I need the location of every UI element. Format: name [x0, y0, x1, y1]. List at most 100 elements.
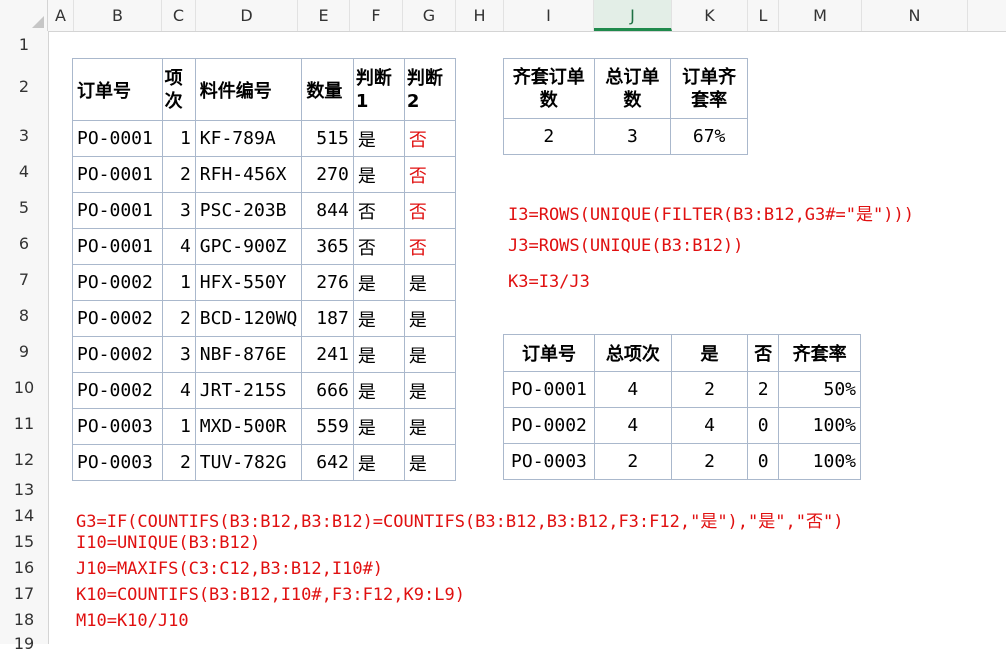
cell-kit-orders[interactable]: 2: [503, 118, 595, 155]
cell-kit-rate[interactable]: 67%: [670, 118, 748, 155]
row-header[interactable]: 9: [0, 342, 48, 361]
cell-item-no[interactable]: 4: [161, 372, 196, 409]
cell-part-no[interactable]: HFX-550Y: [194, 264, 303, 301]
cell-order-no[interactable]: PO-0001: [72, 156, 163, 193]
column-header-j[interactable]: J: [594, 0, 672, 31]
column-header-n[interactable]: N: [862, 0, 968, 31]
header-cell-no[interactable]: 否: [747, 334, 780, 372]
cell-judge-1[interactable]: 否: [352, 192, 405, 229]
header-cell-total-items[interactable]: 总项次: [593, 334, 672, 372]
header-cell-judge-1[interactable]: 判断1: [352, 58, 405, 121]
header-cell-item-no[interactable]: 项次: [161, 58, 196, 121]
column-header-d[interactable]: D: [196, 0, 298, 31]
cell-qty[interactable]: 270: [301, 156, 354, 193]
cell-judge-2[interactable]: 否: [403, 120, 457, 157]
cell-order-no[interactable]: PO-0001: [72, 120, 163, 157]
cell-kit-rate[interactable]: 100%: [778, 407, 861, 444]
row-header[interactable]: 5: [0, 198, 48, 217]
cell-judge-2[interactable]: 是: [403, 372, 457, 409]
cell-judge-2[interactable]: 是: [403, 300, 457, 337]
row-header[interactable]: 4: [0, 162, 48, 181]
cell-yes-count[interactable]: 4: [670, 407, 749, 444]
cell-item-no[interactable]: 4: [161, 228, 196, 265]
cell-total-orders[interactable]: 3: [593, 118, 672, 155]
header-cell-part-no[interactable]: 料件编号: [194, 58, 303, 121]
cell-judge-2[interactable]: 是: [403, 264, 457, 301]
row-header[interactable]: 16: [0, 558, 48, 577]
cell-part-no[interactable]: JRT-215S: [194, 372, 303, 409]
cell-judge-1[interactable]: 是: [352, 120, 405, 157]
cell-qty[interactable]: 241: [301, 336, 354, 373]
cell-item-no[interactable]: 2: [161, 444, 196, 481]
cell-part-no[interactable]: TUV-782G: [194, 444, 303, 481]
cell-order-no[interactable]: PO-0002: [72, 336, 163, 373]
cell-judge-1[interactable]: 是: [352, 264, 405, 301]
cell-order-no[interactable]: PO-0002: [72, 372, 163, 409]
column-header-b[interactable]: B: [74, 0, 162, 31]
cell-judge-1[interactable]: 是: [352, 444, 405, 481]
cell-item-no[interactable]: 1: [161, 264, 196, 301]
cell-judge-1[interactable]: 是: [352, 372, 405, 409]
cell-part-no[interactable]: KF-789A: [194, 120, 303, 157]
column-header-h[interactable]: H: [456, 0, 504, 31]
cell-judge-2[interactable]: 是: [403, 336, 457, 373]
cell-part-no[interactable]: GPC-900Z: [194, 228, 303, 265]
row-header[interactable]: 15: [0, 532, 48, 551]
cell-no-count[interactable]: 2: [747, 371, 780, 408]
header-cell-judge-2[interactable]: 判断2: [403, 58, 457, 121]
cell-judge-1[interactable]: 否: [352, 228, 405, 265]
cell-judge-1[interactable]: 是: [352, 336, 405, 373]
cell-qty[interactable]: 276: [301, 264, 354, 301]
cell-judge-2[interactable]: 否: [403, 192, 457, 229]
cell-total-items[interactable]: 4: [593, 407, 672, 444]
row-header[interactable]: 17: [0, 584, 48, 603]
cell-order-no[interactable]: PO-0003: [72, 444, 163, 481]
cell-judge-2[interactable]: 否: [403, 228, 457, 265]
header-cell-yes[interactable]: 是: [670, 334, 749, 372]
cell-part-no[interactable]: RFH-456X: [194, 156, 303, 193]
cell-part-no[interactable]: PSC-203B: [194, 192, 303, 229]
cell-judge-2[interactable]: 是: [403, 444, 457, 481]
column-header-a[interactable]: A: [48, 0, 74, 31]
column-header-e[interactable]: E: [298, 0, 350, 31]
cell-qty[interactable]: 642: [301, 444, 354, 481]
cell-item-no[interactable]: 2: [161, 156, 196, 193]
cell-yes-count[interactable]: 2: [670, 371, 749, 408]
row-header[interactable]: 10: [0, 378, 48, 397]
cell-part-no[interactable]: MXD-500R: [194, 408, 303, 445]
row-header[interactable]: 18: [0, 610, 48, 629]
cell-judge-2[interactable]: 否: [403, 156, 457, 193]
row-header[interactable]: 14: [0, 506, 48, 525]
cell-order-no[interactable]: PO-0002: [72, 264, 163, 301]
row-header[interactable]: 11: [0, 414, 48, 433]
cell-judge-1[interactable]: 是: [352, 300, 405, 337]
cell-order-no[interactable]: PO-0002: [72, 300, 163, 337]
row-header[interactable]: 8: [0, 306, 48, 325]
cell-item-no[interactable]: 2: [161, 300, 196, 337]
select-all-corner[interactable]: [0, 0, 48, 31]
cell-no-count[interactable]: 0: [747, 407, 780, 444]
cell-qty[interactable]: 365: [301, 228, 354, 265]
cell-order-no[interactable]: PO-0001: [503, 371, 595, 408]
cell-judge-1[interactable]: 是: [352, 156, 405, 193]
row-header[interactable]: 3: [0, 126, 48, 145]
cell-kit-rate[interactable]: 50%: [778, 371, 861, 408]
cell-item-no[interactable]: 3: [161, 336, 196, 373]
row-header[interactable]: 2: [0, 77, 48, 96]
column-header-k[interactable]: K: [672, 0, 748, 31]
column-header-f[interactable]: F: [350, 0, 403, 31]
column-header-c[interactable]: C: [162, 0, 196, 31]
cell-part-no[interactable]: NBF-876E: [194, 336, 303, 373]
cell-qty[interactable]: 844: [301, 192, 354, 229]
row-header[interactable]: 13: [0, 480, 48, 499]
cell-order-no[interactable]: PO-0001: [72, 228, 163, 265]
cell-qty[interactable]: 666: [301, 372, 354, 409]
column-header-l[interactable]: L: [748, 0, 779, 31]
cell-item-no[interactable]: 1: [161, 120, 196, 157]
cell-kit-rate[interactable]: 100%: [778, 443, 861, 480]
cell-item-no[interactable]: 1: [161, 408, 196, 445]
cell-qty[interactable]: 515: [301, 120, 354, 157]
header-cell-kit-orders[interactable]: 齐套订单数: [503, 58, 595, 119]
cell-order-no[interactable]: PO-0003: [503, 443, 595, 480]
row-header[interactable]: 7: [0, 270, 48, 289]
